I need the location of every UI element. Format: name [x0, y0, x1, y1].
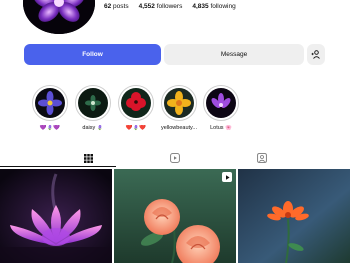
- purple-flower-avatar-image: [23, 0, 95, 34]
- add-person-icon: [311, 50, 320, 59]
- tab-posts[interactable]: [81, 151, 95, 165]
- post-tile[interactable]: [114, 169, 236, 263]
- tab-tagged[interactable]: [255, 151, 269, 165]
- highlight-item[interactable]: Lotus 🌸: [200, 85, 242, 131]
- highlight-item[interactable]: daisy 🪻: [72, 85, 114, 131]
- suggest-people-button[interactable]: [307, 44, 325, 65]
- highlight-item[interactable]: yellowbeauty...: [158, 85, 200, 131]
- pink-lotus-image: [0, 169, 112, 263]
- posts-grid: [0, 169, 350, 263]
- dark-green-flower-thumbnail: [78, 88, 108, 118]
- posts-stat[interactable]: 62 posts: [104, 3, 129, 10]
- tagged-icon: [257, 153, 267, 163]
- post-tile[interactable]: [0, 169, 112, 263]
- peach-roses-image: [114, 169, 236, 263]
- post-tile[interactable]: [238, 169, 350, 263]
- following-stat[interactable]: 4,835 following: [192, 3, 235, 10]
- highlight-label: ❤️🪻❤️: [125, 125, 147, 131]
- yellow-flower-thumbnail: [164, 88, 194, 118]
- active-tab-indicator: [0, 166, 116, 167]
- message-button[interactable]: Message: [164, 44, 304, 65]
- highlight-item[interactable]: ❤️🪻❤️: [115, 85, 157, 131]
- profile-stats: 62 posts 4,552 followers 4,835 following: [104, 3, 236, 10]
- followers-stat[interactable]: 4,552 followers: [139, 3, 183, 10]
- purple-lotus-thumbnail: [206, 88, 236, 118]
- highlight-label: 💜🪻💜: [39, 125, 61, 131]
- profile-tabs: [0, 151, 350, 167]
- profile-avatar[interactable]: [23, 0, 95, 34]
- reel-badge: [222, 172, 232, 182]
- story-highlights: 💜🪻💜 daisy 🪻 ❤️🪻❤️ yellowbeauty... Lotus …: [0, 85, 350, 145]
- grid-icon: [83, 153, 93, 163]
- highlight-label: Lotus 🌸: [210, 125, 232, 131]
- reels-icon: [170, 153, 180, 163]
- highlight-item[interactable]: 💜🪻💜: [29, 85, 71, 131]
- highlight-label: daisy 🪻: [82, 125, 104, 131]
- play-icon: [225, 174, 230, 180]
- red-flower-thumbnail: [121, 88, 151, 118]
- follow-button[interactable]: Follow: [24, 44, 161, 65]
- orange-flower-image: [238, 169, 350, 263]
- blue-purple-flower-thumbnail: [35, 88, 65, 118]
- tab-reels[interactable]: [168, 151, 182, 165]
- highlight-label: yellowbeauty...: [161, 125, 197, 131]
